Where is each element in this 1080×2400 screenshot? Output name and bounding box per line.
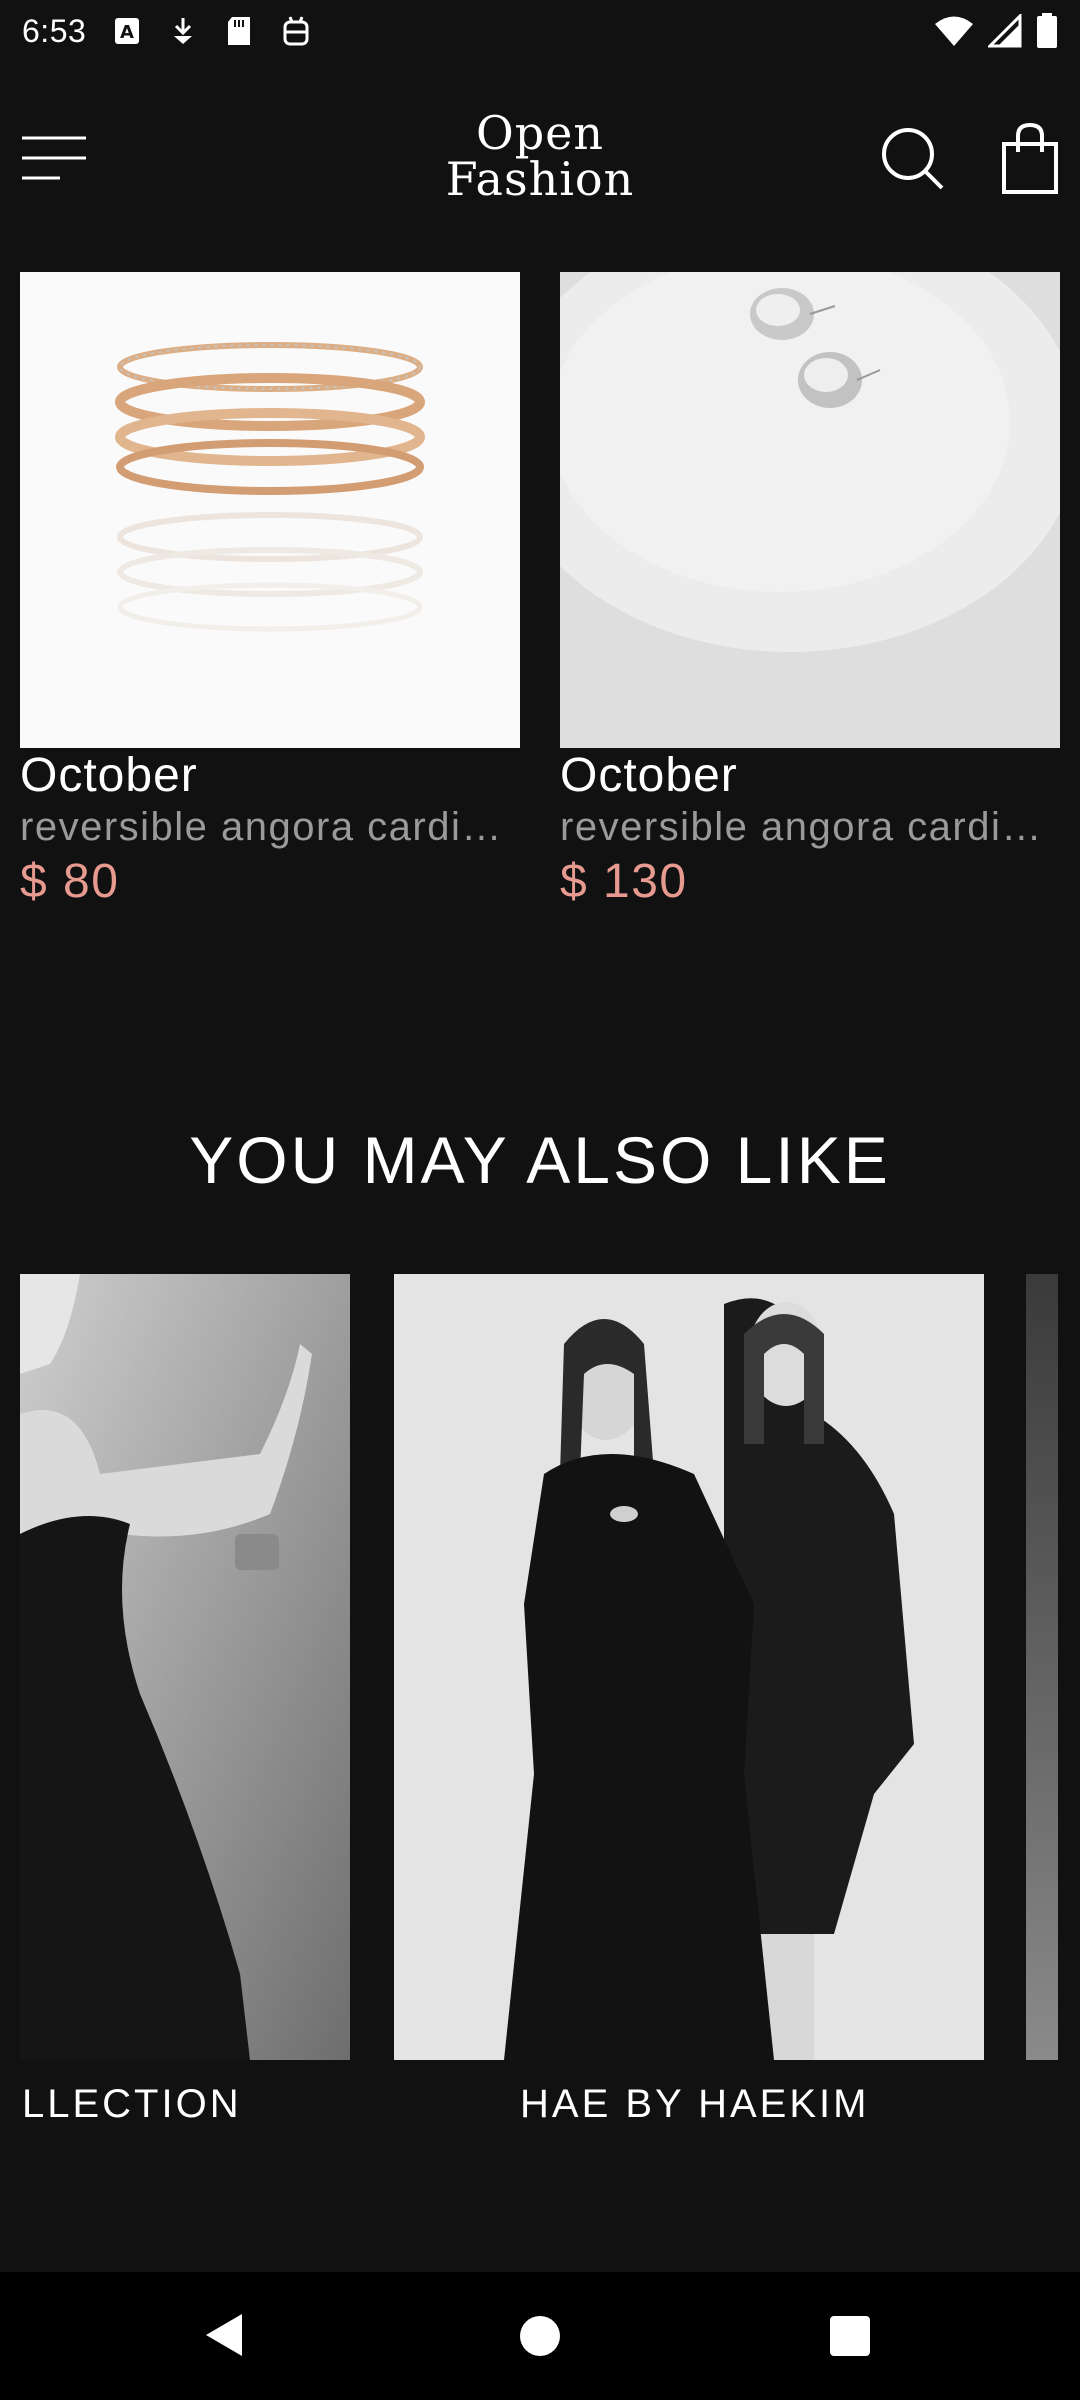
menu-button[interactable] (20, 128, 88, 188)
search-icon (882, 128, 944, 190)
svg-text:A: A (120, 22, 134, 43)
product-description: reversible angora cardigan (20, 805, 520, 849)
product-description: reversible angora cardigan (560, 805, 1060, 849)
carousel-item[interactable] (1026, 1274, 1058, 2060)
sd-card-icon (228, 17, 251, 45)
search-button[interactable] (880, 126, 946, 192)
carousel-item[interactable] (394, 1274, 984, 2060)
carousel-label: LLECTION (22, 2082, 242, 2126)
wifi-icon (935, 16, 973, 46)
status-left: 6:53 A (22, 13, 310, 50)
keyboard-a-icon: A (115, 18, 140, 44)
product-card[interactable]: October reversible angora cardigan $ 130 (560, 272, 1060, 910)
home-icon[interactable] (520, 2316, 560, 2356)
cart-button[interactable] (998, 122, 1062, 194)
shopping-bag-icon (1002, 122, 1058, 194)
app-logo[interactable]: Open Fashion (430, 110, 650, 210)
logo-line-2: Fashion (445, 152, 635, 206)
section-title: YOU MAY ALSO LIKE (189, 1123, 891, 1197)
status-bar: 6:53 A (0, 0, 1080, 62)
menu-icon (22, 136, 86, 180)
partial-photo (1026, 1274, 1058, 2060)
carousel-item[interactable] (20, 1274, 350, 2060)
earrings-image (560, 272, 1060, 652)
carousel-image-partial[interactable] (1026, 1274, 1058, 2060)
cellular-icon (988, 14, 1022, 48)
product-name: October (20, 749, 198, 802)
product-image-ring[interactable] (20, 272, 520, 748)
logo-line-1: Open (475, 106, 604, 160)
recents-icon[interactable] (830, 2316, 870, 2356)
product-card[interactable]: October reversible angora cardigan $ 80 (20, 272, 520, 910)
back-icon[interactable] (204, 2312, 244, 2358)
product-price: $ 80 (20, 855, 120, 908)
system-nav-bar (0, 2272, 1080, 2400)
android-icon (283, 16, 309, 46)
dress-photo (20, 1274, 350, 2060)
product-price: $ 130 (560, 855, 688, 908)
carousel-label: HAE BY HAEKIM (520, 2082, 870, 2126)
carousel-image-models[interactable] (394, 1274, 984, 2060)
status-right (934, 13, 1058, 49)
product-name: October (560, 749, 738, 802)
status-time: 6:53 (22, 12, 87, 49)
download-icon (174, 18, 193, 44)
carousel-image-dress[interactable] (20, 1274, 350, 2060)
ring-image (115, 342, 425, 632)
notification-icons: A (114, 16, 310, 46)
product-image-earrings[interactable] (560, 272, 1060, 748)
models-photo (394, 1274, 984, 2060)
header: Open Fashion (0, 100, 1080, 220)
battery-icon (1037, 13, 1057, 48)
